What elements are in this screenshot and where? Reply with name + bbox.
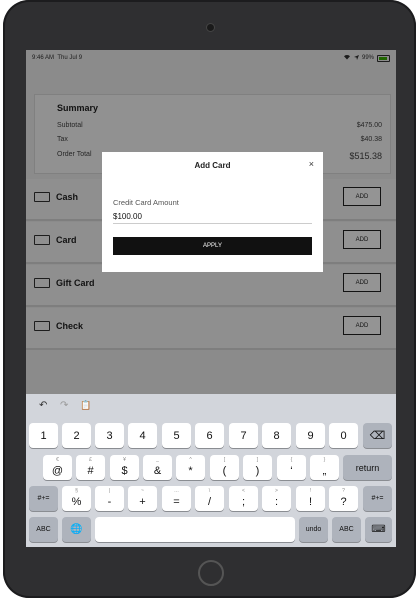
apply-button[interactable]: APPLY	[113, 237, 312, 255]
key-9[interactable]: 9	[296, 423, 325, 448]
backspace-icon: ⌫	[369, 430, 386, 442]
key-quote[interactable]: {‘	[277, 455, 306, 480]
close-icon[interactable]: ×	[309, 159, 314, 169]
key-2[interactable]: 2	[62, 423, 91, 448]
dialog-title: Add Card	[194, 161, 231, 170]
key-exclamation[interactable]: !!	[296, 486, 325, 511]
key-open-paren[interactable]: [(	[210, 455, 239, 480]
key-semicolon[interactable]: <;	[229, 486, 258, 511]
key-8[interactable]: 8	[262, 423, 291, 448]
key-0[interactable]: 0	[329, 423, 358, 448]
key-percent[interactable]: §%	[62, 486, 91, 511]
key-plus[interactable]: ~ +	[128, 486, 157, 511]
key-question[interactable]: ??	[329, 486, 358, 511]
key-minus[interactable]: | -	[95, 486, 124, 511]
key-equals[interactable]: … =	[162, 486, 191, 511]
key-asterisk[interactable]: ^ *	[176, 455, 205, 480]
undo-key[interactable]: undo	[299, 517, 328, 542]
onscreen-keyboard: ↶ ↷ 📋 1 2 3 4 5 6 7 8 9 0 ⌫ € @ £ # ¥ $ _ & …	[26, 394, 396, 547]
camera	[207, 24, 214, 31]
space-bar[interactable]	[95, 517, 295, 542]
key-ampersand[interactable]: _ &	[143, 455, 172, 480]
key-1[interactable]: 1	[29, 423, 58, 448]
symbols-toggle-left[interactable]: #+=	[29, 486, 58, 511]
symbols-toggle-right[interactable]: #+=	[363, 486, 392, 511]
credit-card-amount-input[interactable]	[113, 210, 312, 224]
redo-icon[interactable]: ↷	[60, 400, 68, 411]
delete-key[interactable]: ⌫	[363, 423, 392, 448]
key-at[interactable]: € @	[43, 455, 72, 480]
paste-icon[interactable]: 📋	[80, 400, 91, 411]
screen: 9:46 AM Thu Jul 9 99% Summary Subtotal $4…	[26, 50, 396, 547]
key-close-paren[interactable]: ])	[243, 455, 272, 480]
abc-key-right[interactable]: ABC	[332, 517, 361, 542]
key-double-quote[interactable]: } „	[310, 455, 339, 480]
undo-icon[interactable]: ↶	[39, 400, 47, 411]
key-slash[interactable]: \ /	[195, 486, 224, 511]
hide-keyboard-icon[interactable]: ⌨	[365, 517, 392, 542]
return-key[interactable]: return	[343, 455, 392, 480]
key-colon[interactable]: >:	[262, 486, 291, 511]
key-hash[interactable]: £ #	[76, 455, 105, 480]
key-4[interactable]: 4	[128, 423, 157, 448]
ipad-frame: 9:46 AM Thu Jul 9 99% Summary Subtotal $4…	[3, 0, 416, 598]
key-6[interactable]: 6	[195, 423, 224, 448]
keyboard-toolbar: ↶ ↷ 📋	[26, 394, 396, 418]
add-card-dialog: Add Card × Credit Card Amount APPLY	[102, 152, 323, 272]
key-5[interactable]: 5	[162, 423, 191, 448]
key-dollar[interactable]: ¥ $	[110, 455, 139, 480]
abc-key-left[interactable]: ABC	[29, 517, 58, 542]
key-3[interactable]: 3	[95, 423, 124, 448]
credit-card-amount-label: Credit Card Amount	[113, 198, 179, 207]
home-button[interactable]	[198, 560, 224, 586]
globe-icon[interactable]: 🌐	[62, 517, 91, 542]
key-7[interactable]: 7	[229, 423, 258, 448]
